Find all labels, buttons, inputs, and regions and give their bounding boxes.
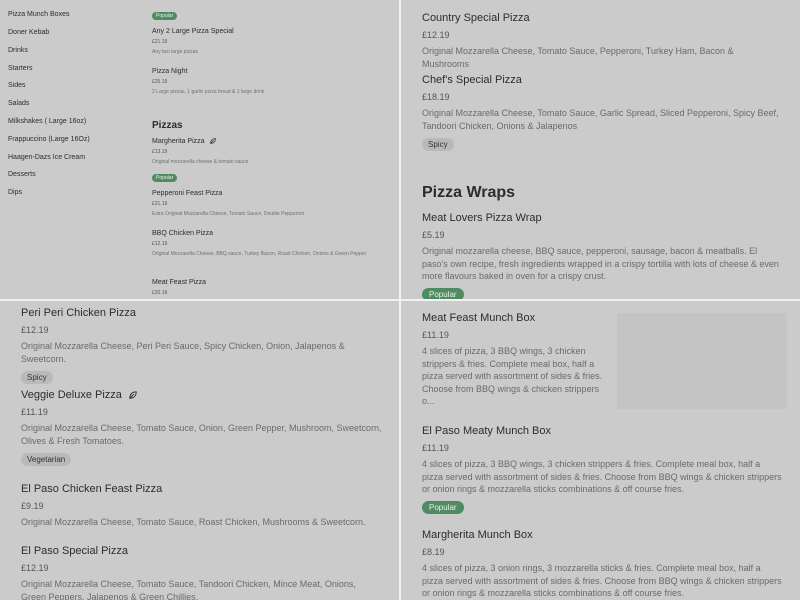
spicy-tag: Spicy	[422, 138, 454, 151]
item-price: £25.19	[152, 79, 168, 85]
item-name: Pepperoni Feast Pizza	[152, 190, 223, 197]
category-item[interactable]: Sides	[8, 82, 26, 89]
item-price: £12.19	[21, 325, 49, 335]
category-item[interactable]: Haagen-Dazs Ice Cream	[8, 154, 85, 161]
menu-item[interactable]: El Paso Chicken Feast Pizza £9.19 Origin…	[21, 483, 383, 529]
menu-item[interactable]: Pepperoni Feast Pizza £21.19 Extra Origi…	[152, 190, 387, 218]
quadrant-top-left: Pizza Munch Boxes Doner Kebab Drinks Sta…	[0, 0, 399, 299]
item-name: Meat Feast Munch Box	[422, 312, 536, 324]
item-name: BBQ Chicken Pizza	[152, 230, 214, 237]
menu-item[interactable]: El Paso Meaty Munch Box £11.19 4 slices …	[422, 425, 782, 515]
item-price: £20.19	[152, 290, 168, 296]
item-price: £18.19	[422, 92, 450, 102]
item-price: £8.19	[422, 547, 445, 557]
menu-item[interactable]: Country Special Pizza £12.19 Original Mo…	[422, 12, 782, 70]
item-price: £12.19	[422, 30, 450, 40]
popular-badge: Popular	[422, 287, 464, 299]
menu-item[interactable]: BBQ Chicken Pizza £12.19 Original Mozzar…	[152, 230, 387, 258]
menu-item[interactable]: Veggie Deluxe Pizza £11.19 Original Mozz…	[21, 389, 383, 467]
item-price: £21.19	[152, 39, 168, 45]
item-name: Any 2 Large Pizza Special	[152, 28, 234, 35]
item-description: 4 slices of pizza, 3 onion rings, 3 mozz…	[422, 563, 782, 598]
item-description: Original Mozzarella Cheese, Tomato Sauce…	[21, 517, 366, 527]
menu-item[interactable]: Meat Lovers Pizza Wrap £5.19 Original mo…	[422, 212, 782, 299]
item-price: £11.19	[422, 330, 449, 340]
vegetarian-tag: Vegetarian	[21, 453, 72, 466]
item-price: £13.19	[152, 149, 168, 155]
item-name: Meat Lovers Pizza Wrap	[422, 212, 542, 224]
menu-item[interactable]: Peri Peri Chicken Pizza £12.19 Original …	[21, 307, 383, 385]
item-description: Original Mozzarella Cheese, Peri Peri Sa…	[21, 341, 345, 364]
item-price: £12.19	[21, 563, 49, 573]
menu-item[interactable]: El Paso Special Pizza £12.19 Original Mo…	[21, 545, 383, 600]
category-item[interactable]: Starters	[8, 65, 33, 72]
menu-item[interactable]: Chef's Special Pizza £18.19 Original Moz…	[422, 74, 782, 152]
quadrant-top-right: Country Special Pizza £12.19 Original Mo…	[401, 0, 800, 299]
item-description: 4 slices of pizza, 3 BBQ wings, 3 chicke…	[422, 346, 603, 406]
popular-badge: Popular	[152, 12, 178, 20]
menu-item[interactable]: Any 2 Large Pizza Special £21.19 Any two…	[152, 28, 387, 56]
item-name: El Paso Special Pizza	[21, 545, 128, 557]
item-price: £21.19	[152, 201, 168, 207]
menu-item[interactable]: Margherita Munch Box £8.19 4 slices of p…	[422, 529, 782, 600]
quadrant-bottom-left: Peri Peri Chicken Pizza £12.19 Original …	[0, 301, 399, 600]
menu-item[interactable]: Meat Feast Munch Box £11.19 4 slices of …	[422, 312, 612, 408]
popular-badge: Popular	[152, 174, 178, 182]
section-heading: Pizzas	[152, 120, 183, 131]
menu-item[interactable]: Meat Feast Pizza £20.19	[152, 279, 387, 296]
item-description: Any two large pizzas	[152, 49, 198, 55]
category-item[interactable]: Dips	[8, 189, 22, 196]
item-price: £12.19	[152, 241, 168, 247]
item-description: Original Mozzarella Cheese, Tomato Sauce…	[422, 46, 734, 69]
item-description: 2 Large pizzas, 1 garlic pizza bread & 1…	[152, 89, 265, 95]
item-description: Original Mozzarella Cheese, Tomato Sauce…	[21, 423, 382, 446]
item-price: £9.19	[21, 501, 44, 511]
category-item[interactable]: Frappuccino (Large 16Oz)	[8, 136, 90, 143]
section-heading: Pizza Wraps	[422, 184, 516, 201]
item-description: Extra Original Mozzarella Cheese, Tomato…	[152, 211, 304, 217]
category-item[interactable]: Salads	[8, 100, 29, 107]
item-name: Margherita Pizza	[152, 138, 205, 145]
item-description: Original mozzarella cheese, BBQ sauce, p…	[422, 246, 779, 281]
menu-item-partial[interactable]: Popular	[152, 4, 387, 22]
menu-item[interactable]: Margherita Pizza £13.19 Original mozzare…	[152, 138, 387, 184]
spicy-tag: Spicy	[21, 371, 53, 384]
item-name: El Paso Chicken Feast Pizza	[21, 483, 163, 495]
item-description: Original Mozzarella Cheese, BBQ sauce, T…	[152, 251, 367, 257]
item-name: Veggie Deluxe Pizza	[21, 389, 122, 401]
item-name: Peri Peri Chicken Pizza	[21, 307, 136, 319]
item-name: El Paso Meaty Munch Box	[422, 425, 552, 437]
category-item[interactable]: Milkshakes ( Large 16oz)	[8, 118, 86, 125]
item-name: Meat Feast Pizza	[152, 279, 207, 286]
item-description: Original mozzarella cheese & tomato sauc…	[152, 159, 249, 165]
item-name: Chef's Special Pizza	[422, 74, 522, 86]
item-name: Margherita Munch Box	[422, 529, 533, 541]
category-item[interactable]: Pizza Munch Boxes	[8, 11, 69, 18]
item-description: 4 slices of pizza, 3 BBQ wings, 3 chicke…	[422, 459, 782, 494]
leaf-icon	[210, 138, 217, 144]
leaf-icon	[129, 391, 137, 399]
category-item[interactable]: Desserts	[8, 171, 36, 178]
item-image-placeholder[interactable]	[617, 313, 787, 409]
item-description: Original Mozzarella Cheese, Tomato Sauce…	[21, 579, 356, 600]
item-name: Country Special Pizza	[422, 12, 530, 24]
item-price: £5.19	[422, 230, 445, 240]
category-item[interactable]: Doner Kebab	[8, 29, 49, 36]
item-name: Pizza Night	[152, 68, 188, 75]
item-price: £11.19	[21, 407, 48, 417]
horizontal-divider	[0, 299, 800, 301]
category-item[interactable]: Drinks	[8, 47, 28, 54]
popular-badge: Popular	[422, 500, 464, 514]
menu-item[interactable]: Pizza Night £25.19 2 Large pizzas, 1 gar…	[152, 68, 387, 96]
item-description: Original Mozzarella Cheese, Tomato Sauce…	[422, 108, 779, 131]
item-price: £11.19	[422, 443, 449, 453]
quadrant-bottom-right: Meat Feast Munch Box £11.19 4 slices of …	[401, 301, 800, 600]
